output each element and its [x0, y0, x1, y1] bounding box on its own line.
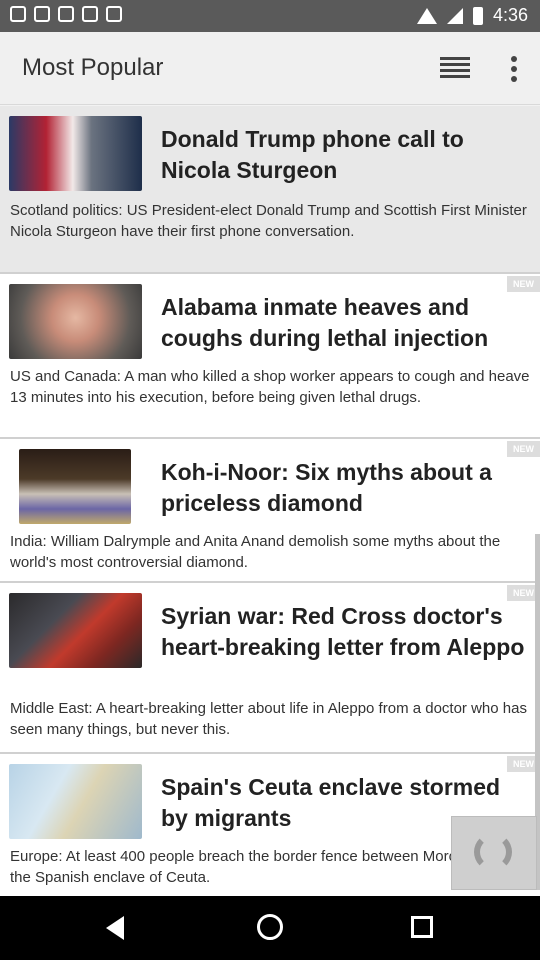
article-headline: Syrian war: Red Cross doctor's heart-bre…	[161, 603, 525, 660]
back-icon[interactable]	[106, 916, 124, 940]
article-thumbnail	[9, 593, 142, 668]
article-summary: India: William Dalrymple and Anita Anand…	[10, 533, 501, 571]
system-nav-bar	[0, 896, 540, 960]
recent-apps-icon[interactable]	[411, 916, 433, 938]
notification-icon	[34, 6, 50, 22]
page-title: Most Popular	[22, 54, 164, 81]
article-headline: Koh-i-Noor: Six myths about a priceless …	[161, 459, 492, 516]
article-list[interactable]: Donald Trump phone call to Nicola Sturge…	[0, 106, 540, 896]
refresh-button[interactable]	[451, 816, 537, 890]
new-badge: NEW	[507, 276, 540, 292]
list-item[interactable]: NEW Koh-i-Noor: Six myths about a pricel…	[0, 439, 540, 583]
article-summary: US and Canada: A man who killed a shop w…	[10, 368, 530, 406]
list-view-icon[interactable]	[440, 54, 470, 82]
battery-icon	[472, 6, 483, 25]
more-vert-icon[interactable]	[508, 52, 520, 88]
list-item[interactable]: Donald Trump phone call to Nicola Sturge…	[0, 106, 540, 274]
app-bar: Most Popular	[0, 32, 540, 105]
article-headline: Donald Trump phone call to Nicola Sturge…	[161, 126, 464, 183]
notification-icon	[82, 6, 98, 22]
notification-icons	[10, 6, 122, 22]
notification-icon	[10, 6, 26, 22]
status-time: 4:36	[492, 5, 528, 25]
refresh-icon	[474, 833, 512, 871]
article-thumbnail	[19, 449, 131, 524]
list-item[interactable]: NEW Syrian war: Red Cross doctor's heart…	[0, 583, 540, 754]
notification-icon	[58, 6, 74, 22]
status-indicators: 4:36	[416, 5, 528, 26]
list-item[interactable]: NEW Alabama inmate heaves and coughs dur…	[0, 274, 540, 439]
article-summary: Middle East: A heart-breaking letter abo…	[10, 700, 527, 738]
notification-icon	[106, 6, 122, 22]
wifi-icon	[416, 7, 437, 24]
article-thumbnail	[9, 116, 142, 191]
article-summary: Scotland politics: US President-elect Do…	[10, 202, 527, 240]
status-bar: 4:36	[0, 0, 540, 32]
article-thumbnail	[9, 764, 142, 839]
article-headline: Alabama inmate heaves and coughs during …	[161, 294, 489, 351]
signal-icon	[446, 7, 463, 24]
new-badge: NEW	[507, 441, 540, 457]
article-thumbnail	[9, 284, 142, 359]
home-icon[interactable]	[257, 914, 283, 940]
